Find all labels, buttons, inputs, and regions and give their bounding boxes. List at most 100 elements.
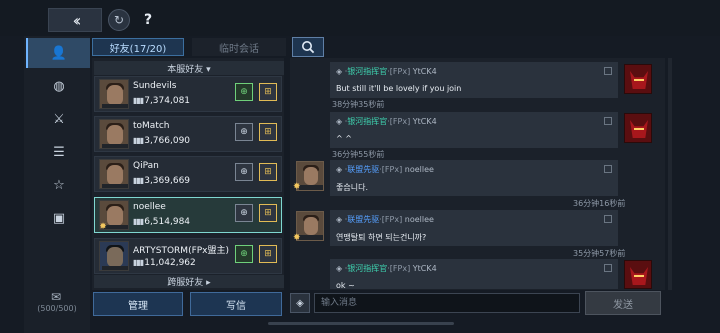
nav-item-world[interactable]: ◍ [46,75,72,97]
gift-icon: ⊞ [264,249,272,259]
server-friends-header[interactable]: 本服好友 ▾ [94,61,284,75]
gift-friend-button[interactable]: ⊞ [259,83,277,101]
chat-icon: ⊕ [240,167,248,177]
tab-temp-chat[interactable]: 临时会话 [192,38,286,56]
avatar [99,119,129,149]
sender-tag: ◈ ·银河指挥官·[FPx] YtCK4 [336,117,437,126]
message-time: 36分钟55秒前 [332,150,385,159]
copy-icon[interactable] [604,165,612,173]
avatar [99,159,129,189]
help-button[interactable]: ? [138,9,158,31]
nav-item-notes[interactable]: ☰ [46,141,72,163]
friend-power: ▮▮▮11,042,962 [133,258,196,268]
crossed-swords-icon: ⚔ [53,111,65,127]
power-icon: ▮▮▮ [133,258,144,267]
manage-button[interactable]: 管理 [93,292,183,316]
sender-tag: ◈ ·银河指挥官·[FPx] YtCK4 [336,264,437,273]
friend-power: ▮▮▮3,766,090 [133,136,191,146]
copy-icon[interactable] [604,117,612,125]
power-icon: ▮▮▮ [133,96,144,105]
copy-icon[interactable] [604,264,612,272]
home-indicator [268,322,454,325]
search-button[interactable] [292,37,324,57]
friend-power: ▮▮▮6,514,984 [133,217,191,227]
chat-scrollbar[interactable] [668,58,672,290]
copy-icon[interactable] [604,67,612,75]
friend-card-selected[interactable]: ✸ noellee ▮▮▮6,514,984 ⊕ ⊞ [94,197,282,233]
nav-item-favorites[interactable]: ☆ [46,174,72,196]
chat-friend-button[interactable]: ⊕ [235,163,253,181]
emoji-button[interactable]: ◈ [290,293,310,313]
gift-friend-button[interactable]: ⊞ [259,123,277,141]
back-button[interactable]: ‹‹ [48,8,102,32]
friend-card[interactable]: ARTYSTORM(FPx盟主) ▮▮▮11,042,962 ⊕ ⊞ [94,238,282,274]
nav-item-battle[interactable]: ⚔ [46,108,72,130]
globe-icon: ◍ [53,78,65,94]
message-text: ^ ^ [336,134,352,143]
avatar: ✸ [99,200,129,230]
sender-tag: ◈ ·联盟先驱·[FPx] noellee [336,215,434,224]
friend-card[interactable]: Sundevils ▮▮▮7,374,081 ⊕ ⊞ [94,76,282,112]
message-input[interactable] [314,293,580,313]
message-text: 연맹탈퇴 하면 되는건니까? [336,233,427,242]
message-time: 35分钟57秒前 [573,249,626,258]
message-time: 36分钟16秒前 [573,199,626,208]
avatar [99,241,129,271]
message-text: 좋습니다. [336,183,368,192]
gift-icon: ⊞ [264,87,272,97]
friend-card[interactable]: QiPan ▮▮▮3,369,669 ⊕ ⊞ [94,156,282,192]
emoji-icon: ◈ [296,297,304,309]
chat-icon: ⊕ [240,127,248,137]
star-badge-icon: ✸ [99,222,107,230]
chat-message: ◈ ·银河指挥官·[FPx] YtCK4 ok ~ [330,259,618,290]
sender-tag: ◈ ·联盟先驱·[FPx] noellee [336,165,434,174]
write-letter-button[interactable]: 写信 [190,292,282,316]
chat-message: ◈ ·银河指挥官·[FPx] YtCK4 ^ ^ [330,112,618,148]
friend-name: QiPan [133,161,159,171]
message-text: ok ~ [336,281,355,290]
mail-count: (500/500) [37,304,77,313]
refresh-button[interactable]: ↻ [108,9,130,31]
nav-item-friends[interactable]: 👤 [26,38,90,68]
chat-friend-button[interactable]: ⊕ [235,123,253,141]
friend-name: ARTYSTORM(FPx盟主) [133,246,230,256]
avatar[interactable] [624,64,652,94]
star-badge-icon: ✸ [293,182,301,192]
chat-icon: ⊕ [240,87,248,97]
sender-tag: ◈ ·银河指挥官·[FPx] YtCK4 [336,67,437,76]
tab-friends[interactable]: 好友(17/20) [92,38,184,56]
refresh-icon: ↻ [113,13,125,27]
gift-friend-button[interactable]: ⊞ [259,163,277,181]
chat-message: ◈ ·联盟先驱·[FPx] noellee 연맹탈퇴 하면 되는건니까? [330,210,618,246]
nav-item-gifts[interactable]: ▣ [46,207,72,229]
gift-icon: ⊞ [264,127,272,137]
chat-friend-button[interactable]: ⊕ [235,83,253,101]
friend-card[interactable]: toMatch ▮▮▮3,766,090 ⊕ ⊞ [94,116,282,152]
message-text: But still it'll be lovely if you join [336,84,462,93]
friend-name: toMatch [133,121,170,131]
star-icon: ☆ [53,177,65,193]
chat-message: ◈ ·联盟先驱·[FPx] noellee 좋습니다. [330,160,618,196]
chat-friend-button[interactable]: ⊕ [235,245,253,263]
gift-friend-button[interactable]: ⊞ [259,204,277,222]
search-icon [302,41,315,54]
power-icon: ▮▮▮ [133,136,144,145]
avatar[interactable] [624,113,652,143]
gift-icon: ⊞ [264,167,272,177]
friend-name: Sundevils [133,81,177,91]
gift-icon: ⊞ [264,208,272,218]
power-icon: ▮▮▮ [133,176,144,185]
avatar[interactable] [624,260,652,289]
chat-icon: ⊕ [240,249,248,259]
gift-friend-button[interactable]: ⊞ [259,245,277,263]
cross-server-friends-header[interactable]: 跨服好友 ▸ [94,275,284,288]
copy-icon[interactable] [604,215,612,223]
chat-friend-button[interactable]: ⊕ [235,204,253,222]
mail-icon[interactable]: ✉ [46,290,66,304]
star-badge-icon: ✸ [293,233,301,243]
friend-power: ▮▮▮7,374,081 [133,96,191,106]
send-button[interactable]: 发送 [585,291,661,315]
gift-icon: ▣ [52,210,66,226]
message-time: 38分钟35秒前 [332,100,385,109]
chat-icon: ⊕ [240,208,248,218]
